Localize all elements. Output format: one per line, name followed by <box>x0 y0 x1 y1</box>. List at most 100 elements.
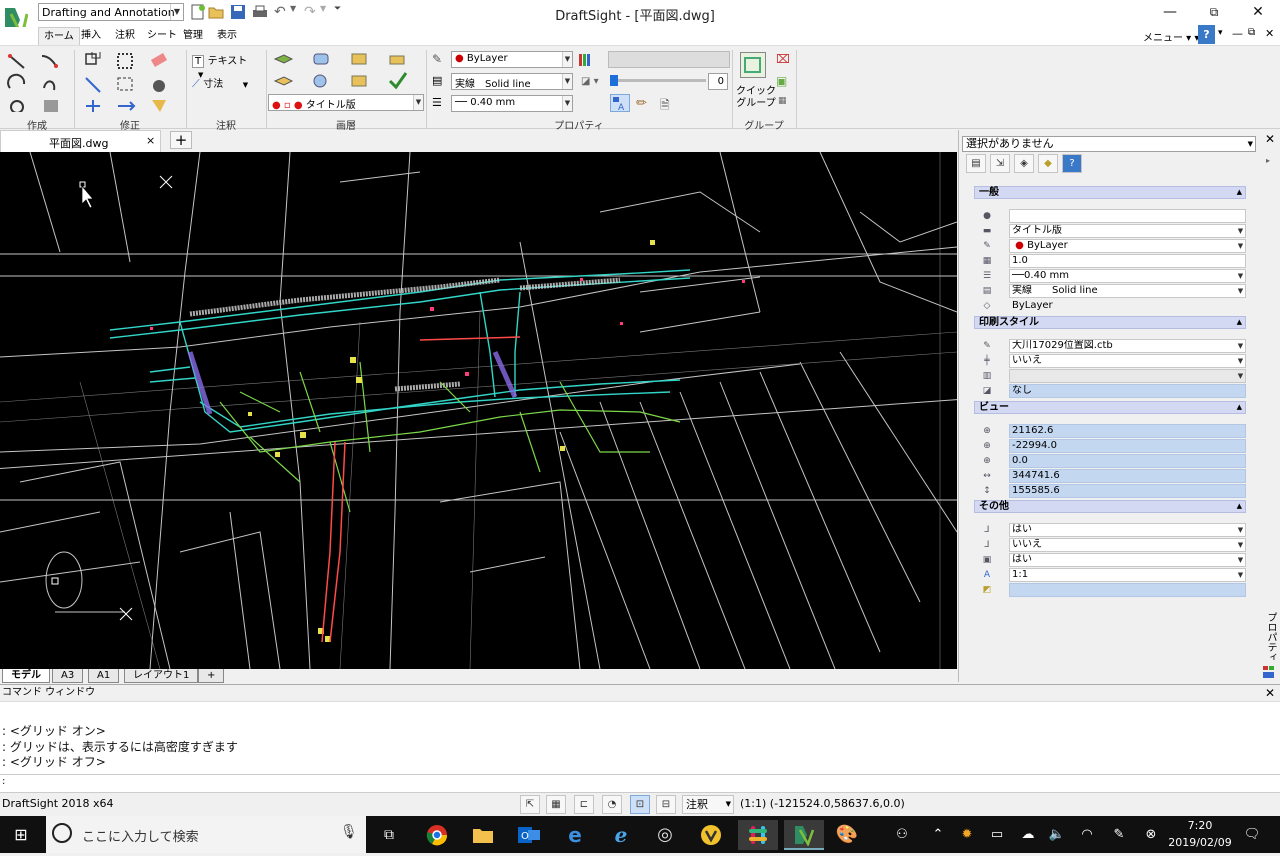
lineweight-select[interactable]: ── 0.40 mm ▼ <box>451 95 573 112</box>
tab-insert[interactable]: 挿入 <box>76 27 106 45</box>
lineweight-icon[interactable]: ☰ <box>432 96 446 110</box>
selection-select[interactable]: 選択がありません ▼ <box>962 136 1256 152</box>
cad-drawing[interactable] <box>0 152 957 669</box>
task-view-icon[interactable]: ⧉ <box>372 820 406 850</box>
group-manager-icon[interactable]: ▦ <box>778 96 787 106</box>
app-icon[interactable]: ◎ <box>648 820 682 850</box>
onedrive-icon[interactable]: ☁ <box>1016 816 1040 853</box>
transparency-slider[interactable] <box>610 75 706 86</box>
annotation-select[interactable]: 注釈 ▼ <box>682 795 734 814</box>
layer-filter-icon[interactable] <box>389 55 405 65</box>
pen-icon[interactable]: ✎ <box>1108 816 1130 853</box>
dimension-button[interactable]: ⟋ 寸法 ▼ <box>192 75 262 91</box>
help-icon[interactable]: ? <box>1198 25 1215 44</box>
properties-side-tab[interactable]: プロパティ <box>1263 612 1278 662</box>
taskbar-search[interactable]: ここに入力して検索 🎙 <box>46 816 366 853</box>
ortho-icon[interactable]: ⊏ <box>574 795 594 814</box>
stretch-icon[interactable] <box>117 77 133 91</box>
spline-icon[interactable] <box>43 80 56 91</box>
tab-manage[interactable]: 管理 <box>178 27 208 45</box>
customize-qat-icon[interactable]: ⏷ <box>334 4 350 20</box>
palette-options-icon[interactable]: ▸ <box>1266 156 1270 165</box>
taskbar-time[interactable]: 7:20 <box>1170 819 1230 832</box>
prop-print-blank[interactable]: ▼ <box>1009 369 1246 383</box>
color-select[interactable]: ● ByLayer ▼ <box>451 51 573 68</box>
layer-properties-icon[interactable]: A <box>610 94 630 113</box>
quick-select-icon[interactable]: ⇲ <box>990 154 1010 173</box>
prop-linetype[interactable]: 実線 Solid line ▼ <box>1009 284 1246 298</box>
doc-restore-button[interactable]: ⧉ <box>1248 27 1255 38</box>
prop-color[interactable] <box>1009 209 1246 223</box>
document-icon[interactable]: 🗎 <box>660 96 670 117</box>
section-print-style[interactable]: 印刷スタイル ▲ <box>974 316 1246 329</box>
prop-center-z[interactable]: 0.0 <box>1009 454 1246 468</box>
prop-layer[interactable]: タイトル版 ▼ <box>1009 224 1246 238</box>
save-icon[interactable] <box>230 4 246 20</box>
layout-tab-model[interactable]: モデル <box>2 669 50 683</box>
scale-icon[interactable] <box>118 101 136 111</box>
fillet-icon[interactable] <box>153 80 165 92</box>
prop-linetype-scale[interactable]: 1.0 <box>1009 254 1246 268</box>
drawing-canvas[interactable] <box>0 152 957 669</box>
tab-annotate[interactable]: 注釈 <box>110 27 140 45</box>
close-palette-icon[interactable]: ✕ <box>1265 132 1275 146</box>
arc-icon[interactable] <box>7 73 26 89</box>
prop-width[interactable]: 344741.6 <box>1009 469 1246 483</box>
print-icon[interactable] <box>252 4 268 20</box>
hatch-icon[interactable] <box>44 100 58 112</box>
close-command-window-icon[interactable]: ✕ <box>1265 686 1275 700</box>
close-window-button[interactable]: ✕ <box>1236 0 1280 26</box>
eraser-icon[interactable] <box>150 53 168 67</box>
layer-state-icon[interactable] <box>313 53 329 65</box>
command-input[interactable]: : <box>0 774 1280 792</box>
taskbar-date[interactable]: 2019/02/09 <box>1162 836 1238 849</box>
layer-copy-icon[interactable] <box>351 53 367 65</box>
security-icon[interactable]: ✹ <box>956 816 978 853</box>
polar-icon[interactable]: ◔ <box>602 795 622 814</box>
edge-icon[interactable]: e <box>558 820 592 850</box>
close-tab-icon[interactable]: × <box>146 134 155 147</box>
layout-tab-layout1[interactable]: レイアウト1 <box>124 669 199 683</box>
prop-transparency[interactable]: ByLayer <box>1009 299 1246 313</box>
draftsight-taskbar-icon[interactable] <box>784 820 824 850</box>
minimize-button[interactable]: — <box>1148 0 1192 26</box>
chrome-icon[interactable] <box>420 820 454 850</box>
prop-ucs-origin[interactable]: いいえ ▼ <box>1009 538 1246 552</box>
prop-bylayer[interactable]: ● ByLayer ▼ <box>1009 239 1246 253</box>
prop-ucs-on[interactable]: はい ▼ <box>1009 523 1246 537</box>
layer-select[interactable]: ● ▫ ● タイトル版 ▼ <box>268 94 424 111</box>
prop-center-x[interactable]: 21162.6 <box>1009 424 1246 438</box>
layer-find-icon[interactable] <box>313 74 327 88</box>
section-view[interactable]: ビュー ▲ <box>974 401 1246 414</box>
toggle-pickadd-icon[interactable]: ◈ <box>1014 154 1034 173</box>
redo-icon[interactable]: ↷ <box>304 4 320 20</box>
trim-icon[interactable] <box>85 77 101 93</box>
tab-home[interactable]: ホーム <box>38 27 80 45</box>
text-button[interactable]: T テキスト ▼ <box>192 52 262 79</box>
internet-explorer-icon[interactable]: ℯ <box>604 820 638 850</box>
prop-visual-style[interactable] <box>1009 583 1246 597</box>
section-general[interactable]: 一般 ▲ <box>974 186 1246 199</box>
vivaldi-icon[interactable] <box>694 820 728 850</box>
ungroup-icon[interactable]: ⌧ <box>776 52 790 66</box>
prop-viewport-ucs[interactable]: はい ▼ <box>1009 553 1246 567</box>
prop-annotation-scale[interactable]: 1:1 ▼ <box>1009 568 1246 582</box>
paint-icon[interactable]: 🎨 <box>830 820 864 850</box>
maximize-button[interactable]: ⧉ <box>1192 0 1236 26</box>
doc-minimize-button[interactable]: — <box>1232 27 1243 40</box>
explode-icon[interactable] <box>152 100 166 112</box>
add-tab-button[interactable]: + <box>170 131 192 149</box>
slack-icon[interactable] <box>738 820 778 850</box>
wifi-icon[interactable]: ◠ <box>1076 816 1098 853</box>
line-icon[interactable] <box>8 54 25 69</box>
transparency-icon[interactable]: ◪ ▾ <box>581 76 599 87</box>
linetype-select[interactable]: 実線 Solid line ▼ <box>451 73 573 90</box>
snap-icon[interactable]: ⇱ <box>520 795 540 814</box>
layout-tab-a3[interactable]: A3 <box>52 669 84 683</box>
volume-icon[interactable]: 🔈 <box>1046 816 1068 853</box>
circle-icon[interactable] <box>10 100 24 112</box>
tab-view[interactable]: 表示 <box>212 27 242 45</box>
prop-center-y[interactable]: -22994.0 <box>1009 439 1246 453</box>
menu-button[interactable]: メニュー ▾ ▾ <box>1143 29 1199 44</box>
battery-icon[interactable]: ▭ <box>986 816 1008 853</box>
